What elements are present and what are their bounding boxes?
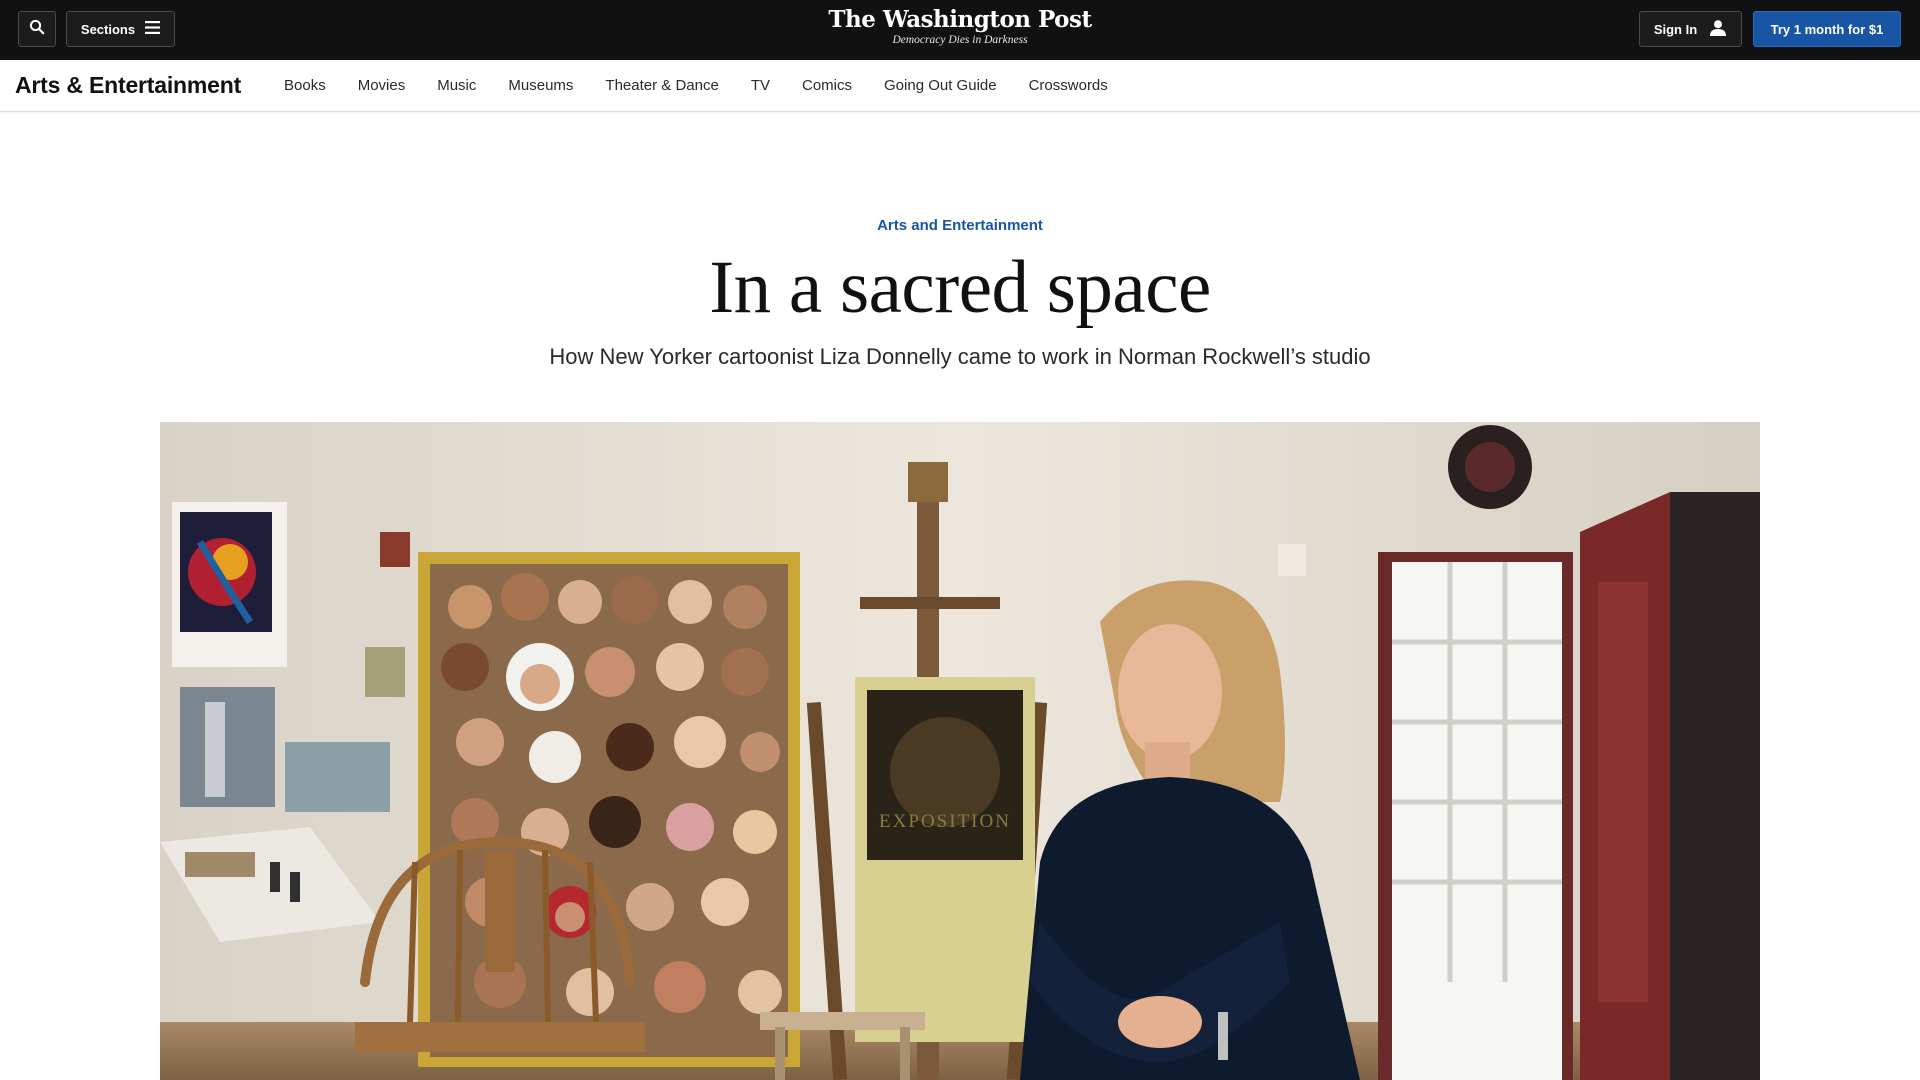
article-kicker[interactable]: Arts and Entertainment	[0, 217, 1920, 234]
search-button[interactable]	[18, 11, 56, 47]
sign-in-button[interactable]: Sign In	[1639, 11, 1742, 47]
nav-link-theater-dance[interactable]: Theater & Dance	[605, 77, 718, 94]
section-nav-links: Books Movies Music Museums Theater & Dan…	[284, 77, 1140, 94]
sign-in-label: Sign In	[1653, 21, 1698, 37]
search-icon	[29, 19, 45, 40]
top-bar: Sections The Washington Post Democracy D…	[0, 0, 1920, 60]
poster-text: EXPOSITION	[879, 811, 1011, 832]
article-headline: In a sacred space	[709, 246, 1211, 329]
section-title[interactable]: Arts & Entertainment	[15, 72, 241, 99]
subscribe-trial-button[interactable]: Try 1 month for $1	[1753, 11, 1901, 47]
brand-logo[interactable]: The Washington Post Democracy Dies in Da…	[760, 6, 1160, 47]
hero-photo-illustration: EXPOSITION	[160, 422, 1760, 1080]
nav-link-crosswords[interactable]: Crosswords	[1029, 77, 1108, 94]
article-dek: How New Yorker cartoonist Liza Donnelly …	[549, 344, 1371, 369]
sections-label: Sections	[80, 21, 136, 37]
nav-link-music[interactable]: Music	[437, 77, 476, 94]
nav-link-movies[interactable]: Movies	[358, 77, 406, 94]
nav-link-museums[interactable]: Museums	[508, 77, 573, 94]
section-nav: Arts & Entertainment Books Movies Music …	[0, 60, 1920, 112]
hero-photo: EXPOSITION	[160, 422, 1760, 1080]
sections-button[interactable]: Sections	[66, 11, 175, 47]
trial-label: Try 1 month for $1	[1770, 21, 1884, 37]
brand-name: The Washington Post	[828, 6, 1092, 33]
nav-link-tv[interactable]: TV	[751, 77, 770, 94]
user-icon	[1709, 19, 1727, 40]
nav-link-books[interactable]: Books	[284, 77, 326, 94]
brand-tagline: Democracy Dies in Darkness	[892, 34, 1028, 46]
nav-link-comics[interactable]: Comics	[802, 77, 852, 94]
hamburger-menu-icon	[145, 21, 161, 37]
nav-link-going-out-guide[interactable]: Going Out Guide	[884, 77, 997, 94]
